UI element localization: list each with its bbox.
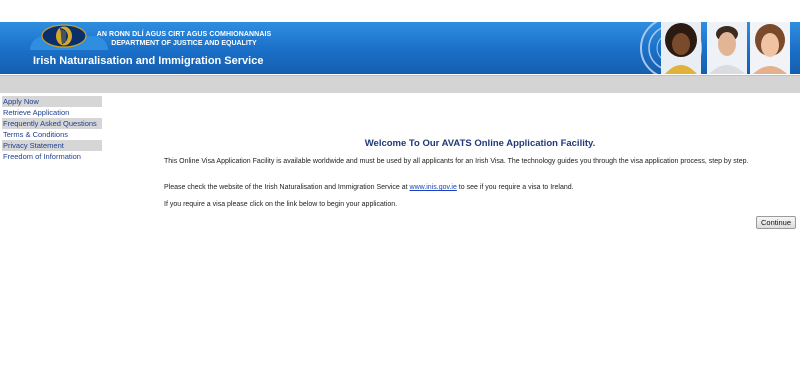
nav-freedom-of-information[interactable]: Freedom of Information (2, 151, 102, 162)
department-name: DEPARTMENT OF JUSTICE AND EQUALITY (111, 40, 257, 47)
begin-application-paragraph: If you require a visa please click on th… (164, 201, 398, 208)
check-website-paragraph: Please check the website of the Irish Na… (164, 183, 794, 192)
continue-button[interactable]: Continue (756, 216, 796, 229)
person-photo-2 (707, 22, 747, 74)
person-photo-3 (750, 22, 790, 74)
nav-privacy-statement[interactable]: Privacy Statement (2, 140, 102, 151)
service-title: Irish Naturalisation and Immigration Ser… (33, 55, 264, 67)
nav-apply-now[interactable]: Apply Now (2, 96, 102, 107)
person-photo-1 (661, 22, 701, 74)
para2-text-before: Please check the website of the Irish Na… (164, 184, 410, 191)
intro-paragraph: This Online Visa Application Facility is… (164, 158, 749, 165)
department-irish-name: AN RONN DLÍ AGUS CIRT AGUS COMHIONANNAIS (96, 31, 272, 38)
nav-retrieve-application[interactable]: Retrieve Application (2, 107, 102, 118)
para2-text-after: to see if you require a visa to Ireland. (456, 184, 574, 191)
nav-faq[interactable]: Frequently Asked Questions (2, 118, 102, 129)
sidebar-nav: Apply Now Retrieve Application Frequentl… (2, 96, 102, 162)
harp-crest-icon (41, 24, 87, 48)
menu-bar (0, 75, 800, 93)
page-heading: Welcome To Our AVATS Online Application … (364, 138, 596, 149)
nav-terms-conditions[interactable]: Terms & Conditions (2, 129, 102, 140)
inis-website-link[interactable]: www.inis.gov.ie (410, 184, 457, 191)
